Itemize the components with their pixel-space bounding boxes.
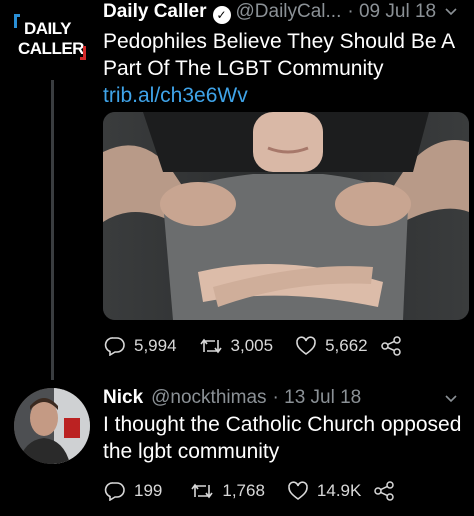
tweet2-author-handle[interactable]: @nockthimas [151,387,266,409]
tweet1-actions: 5,994 3,005 5,662 [104,336,402,356]
tweet1-text: Pedophiles Believe They Should Be A Part… [103,28,463,109]
tweet1-like-count: 5,662 [325,336,368,355]
thread-line [51,80,54,380]
tweet1-retweet-count: 3,005 [230,336,274,355]
share-icon[interactable] [373,481,395,501]
tweet1-link[interactable]: trib.al/ch3e6Wv [103,84,248,107]
avatar-logo-line1: DAILY [24,19,71,38]
reply-icon [104,336,126,356]
nick-avatar[interactable] [14,388,90,464]
verified-icon: ✓ [212,6,231,24]
tweet2-actions: 199 1,768 14.9K [104,481,395,501]
like-icon [287,481,309,501]
retweet-icon [190,481,214,501]
like-icon [295,336,317,356]
tweet2-text: I thought the Catholic Church opposed th… [103,413,462,463]
tweet1-like-button[interactable]: 5,662 [295,336,368,356]
tweet2-header: Nick @nockthimas · 13 Jul 18 [103,387,361,409]
tweet1-author-handle[interactable]: @DailyCal... [236,1,342,23]
retweet-icon [199,336,223,356]
share-icon[interactable] [380,336,402,356]
tweet2-date[interactable]: · 13 Jul 18 [273,387,362,409]
tweet2-like-button[interactable]: 14.9K [287,481,361,501]
tweet2-like-count: 14.9K [316,481,362,500]
avatar-logo-line2: CALLER [18,39,84,58]
tweet1-date[interactable]: · 09 Jul 18 [347,1,436,23]
tweet1-reply-count: 5,994 [134,336,177,355]
tweet2-author-name[interactable]: Nick [103,387,143,409]
tweet1-body: Pedophiles Believe They Should Be A Part… [103,30,455,80]
reply-icon [104,481,126,501]
tweet2-reply-count: 199 [134,481,163,500]
tweet2-retweet-count: 1,768 [222,481,265,500]
tweet1-author-name[interactable]: Daily Caller [103,1,207,23]
chevron-down-icon[interactable] [444,391,458,408]
logo-bracket-red [80,46,86,60]
tweet2-reply-button[interactable]: 199 [104,481,162,501]
daily-caller-avatar[interactable]: DAILY CALLER [14,12,86,74]
tweet1-reply-button[interactable]: 5,994 [104,336,177,356]
tweet2-retweet-button[interactable]: 1,768 [190,481,265,501]
tweet1-media-image[interactable] [103,112,469,320]
chevron-down-icon[interactable] [444,4,458,21]
tweet1-header: Daily Caller ✓ @DailyCal... · 09 Jul 18 [103,1,436,24]
logo-bracket-blue [14,14,20,28]
tweet1-retweet-button[interactable]: 3,005 [199,336,274,356]
